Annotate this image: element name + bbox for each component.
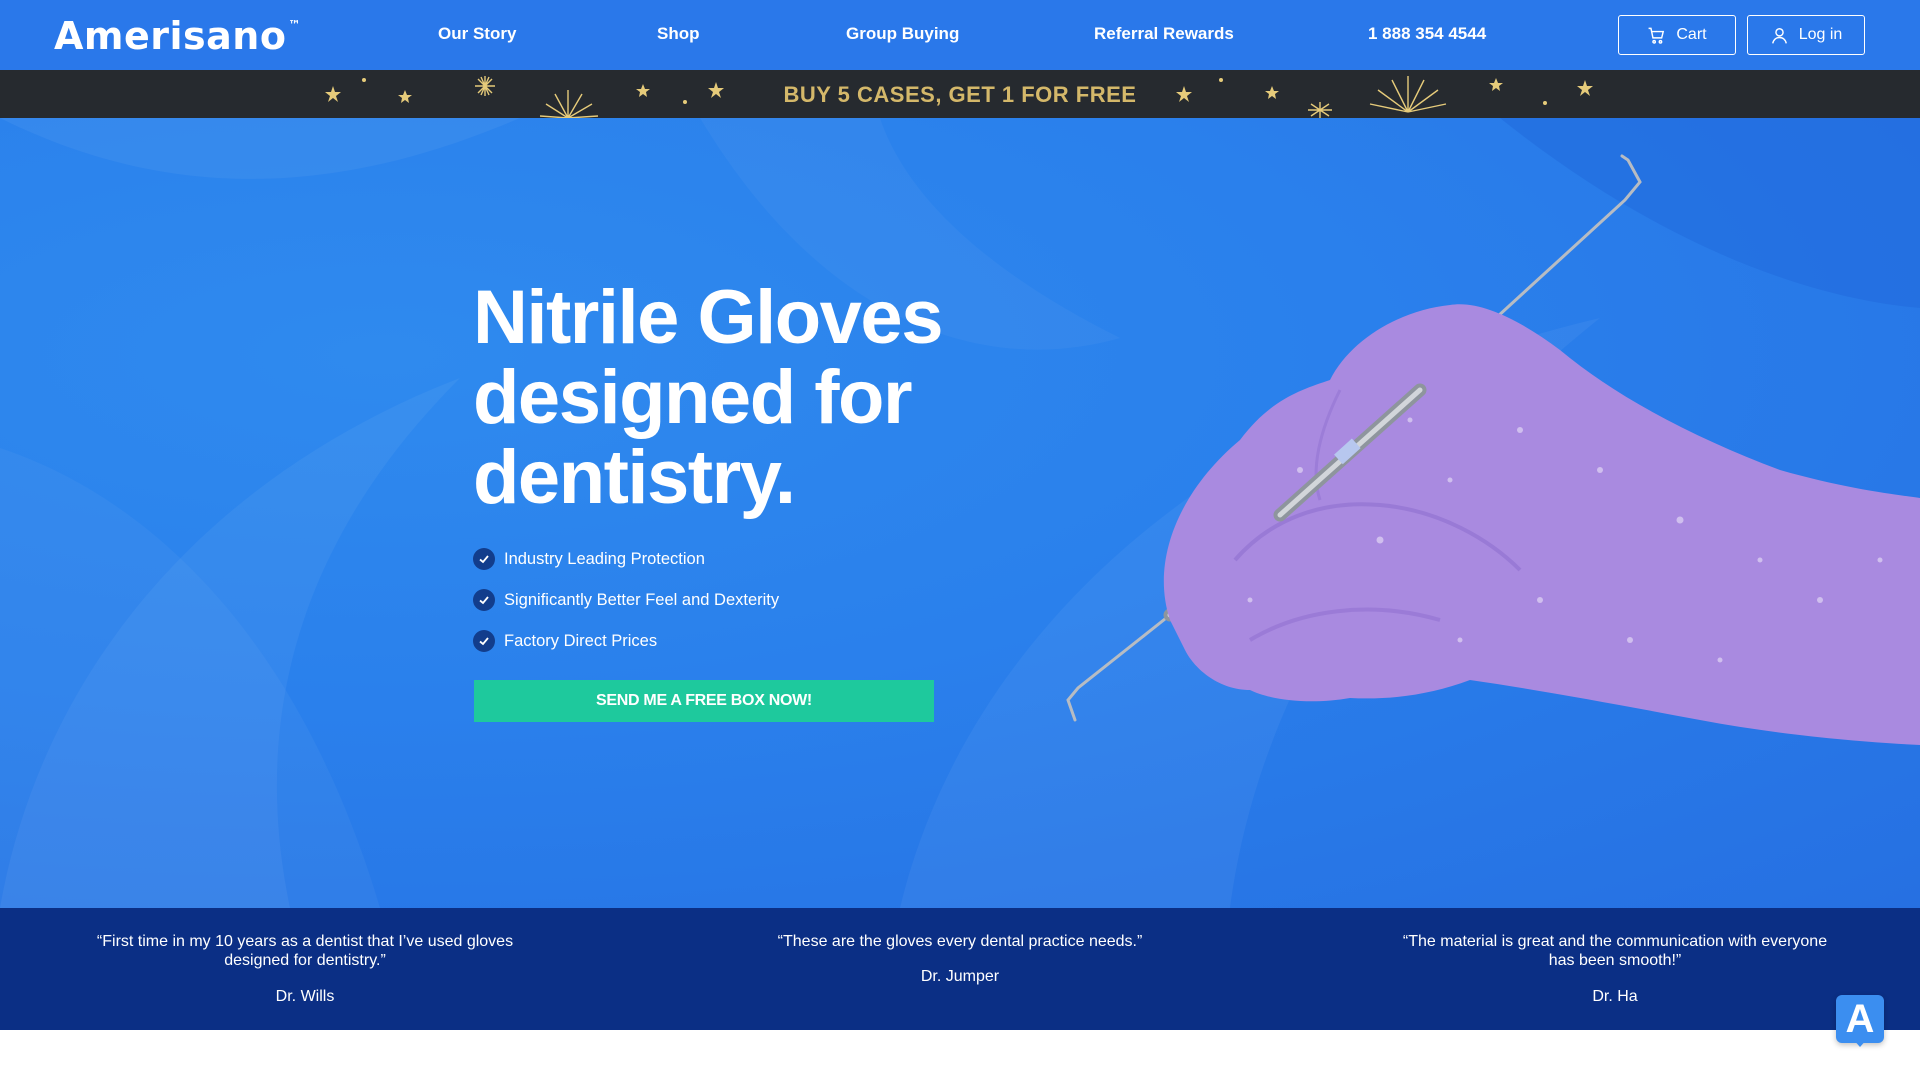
testimonial-quote: “These are the gloves every dental pract… bbox=[777, 933, 1143, 950]
check-circle-icon bbox=[473, 589, 495, 611]
testimonial-author: Dr. Jumper bbox=[920, 968, 1000, 985]
hero-section: Nitrile Gloves designed for dentistry. I… bbox=[0, 118, 1920, 908]
widget-tail bbox=[1852, 1038, 1868, 1047]
free-box-cta-button[interactable]: SEND ME A FREE BOX NOW! bbox=[474, 680, 934, 722]
headline-line-2: designed for bbox=[473, 355, 913, 440]
cart-button[interactable]: Cart bbox=[1618, 15, 1736, 55]
headline-line-1: Nitrile Gloves bbox=[473, 275, 943, 360]
login-label: Log in bbox=[1798, 26, 1843, 43]
cart-label: Cart bbox=[1676, 26, 1707, 43]
testimonials-strip: “First time in my 10 years as a dentist … bbox=[0, 908, 1920, 1030]
nav-group-buying[interactable]: Group Buying bbox=[846, 24, 959, 44]
testimonial-author: Dr. Wills bbox=[275, 988, 335, 1005]
feature-item: Industry Leading Protection bbox=[473, 548, 705, 570]
testimonial-quote: “The material is great and the communica… bbox=[1402, 933, 1828, 969]
headline-line-3: dentistry. bbox=[473, 435, 796, 520]
login-button[interactable]: Log in bbox=[1747, 15, 1865, 55]
nav-shop[interactable]: Shop bbox=[657, 24, 700, 44]
nav-our-story[interactable]: Our Story bbox=[438, 24, 516, 44]
feature-label: Factory Direct Prices bbox=[504, 631, 658, 650]
feature-item: Factory Direct Prices bbox=[473, 630, 657, 652]
feature-label: Significantly Better Feel and Dexterity bbox=[504, 590, 780, 609]
feature-label: Industry Leading Protection bbox=[504, 549, 705, 568]
gloved-hand-image bbox=[1066, 154, 1920, 745]
trademark: ™ bbox=[288, 18, 301, 33]
accessibility-widget-button[interactable]: A bbox=[1836, 995, 1884, 1043]
testimonial-author: Dr. Ha bbox=[1592, 988, 1638, 1005]
check-circle-icon bbox=[473, 630, 495, 652]
top-nav: Amerisano ™ Our Story Shop Group Buying R… bbox=[0, 0, 1920, 70]
check-circle-icon bbox=[473, 548, 495, 570]
promo-banner[interactable]: BUY 5 CASES, GET 1 FOR FREE bbox=[0, 70, 1920, 118]
brand-logo[interactable]: Amerisano ™ bbox=[54, 14, 301, 58]
user-icon bbox=[1771, 27, 1787, 44]
nav-referral-rewards[interactable]: Referral Rewards bbox=[1094, 24, 1234, 44]
feature-item: Significantly Better Feel and Dexterity bbox=[473, 589, 779, 611]
logo-text: Amerisano bbox=[54, 14, 287, 58]
hero-headline: Nitrile Gloves designed for dentistry. bbox=[473, 278, 993, 518]
cart-icon bbox=[1648, 27, 1665, 44]
testimonial-quote: “First time in my 10 years as a dentist … bbox=[96, 933, 514, 969]
nav-phone-number[interactable]: 1 888 354 4544 bbox=[1368, 24, 1486, 44]
promo-text: BUY 5 CASES, GET 1 FOR FREE bbox=[783, 82, 1137, 107]
